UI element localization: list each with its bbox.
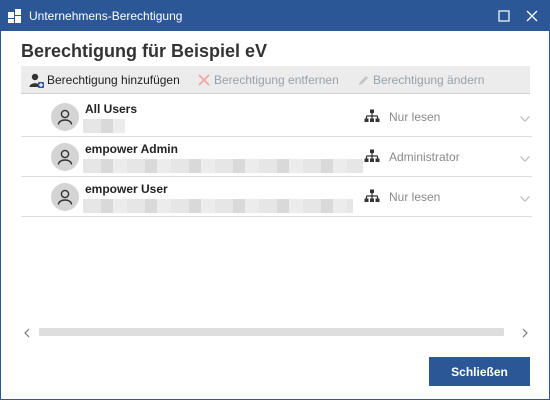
edit-permission-button[interactable]: Berechtigung ändern (357, 71, 484, 89)
user-name: empower Admin (85, 142, 178, 156)
permission-row[interactable]: All Users Nur lesen (21, 97, 532, 137)
redacted-detail (83, 119, 125, 133)
add-permission-label: Berechtigung hinzufügen (47, 73, 180, 87)
user-name: All Users (85, 102, 138, 116)
maximize-icon (498, 10, 510, 22)
role-select[interactable]: Nur lesen (389, 110, 440, 124)
user-name: empower User (85, 182, 168, 196)
app-logo-icon (7, 8, 23, 24)
redacted-detail (83, 199, 353, 213)
permission-row[interactable]: empower Admin Administrator (21, 137, 532, 177)
redacted-detail (83, 159, 363, 173)
org-hierarchy-icon (364, 149, 380, 166)
remove-permission-label: Berechtigung entfernen (214, 73, 339, 87)
dialog-window: Unternehmens-Berechtigung Berechtigung f… (0, 0, 550, 400)
user-avatar-icon (51, 143, 79, 171)
remove-permission-button[interactable]: Berechtigung entfernen (197, 71, 339, 89)
user-avatar-icon (51, 103, 79, 131)
close-window-button[interactable] (519, 1, 545, 31)
chevron-right-icon[interactable] (521, 327, 529, 341)
user-avatar-icon (51, 183, 79, 211)
close-icon (526, 10, 538, 22)
role-select[interactable]: Administrator (389, 150, 460, 164)
role-select[interactable]: Nur lesen (389, 190, 440, 204)
chevron-left-icon[interactable] (23, 327, 31, 341)
org-hierarchy-icon (364, 109, 380, 126)
remove-x-icon (198, 74, 210, 86)
maximize-button[interactable] (491, 1, 517, 31)
pencil-icon (359, 75, 368, 85)
permission-list: All Users Nur lesen empower Admin Admini… (21, 97, 532, 217)
permission-row[interactable]: empower User Nur lesen (21, 177, 532, 217)
org-hierarchy-icon (364, 189, 380, 206)
window-title: Unternehmens-Berechtigung (29, 9, 183, 23)
add-permission-button[interactable]: Berechtigung hinzufügen (29, 71, 180, 89)
chevron-down-icon[interactable] (520, 191, 530, 205)
scrollbar-thumb[interactable] (39, 328, 504, 336)
add-user-icon (29, 73, 44, 88)
edit-permission-label: Berechtigung ändern (373, 73, 485, 87)
chevron-down-icon[interactable] (520, 111, 530, 125)
page-title: Berechtigung für Beispiel eV (21, 41, 268, 61)
toolbar: Berechtigung hinzufügen Berechtigung ent… (21, 66, 530, 94)
chevron-down-icon[interactable] (520, 151, 530, 165)
horizontal-scrollbar[interactable] (21, 324, 532, 340)
title-bar[interactable]: Unternehmens-Berechtigung (1, 1, 549, 31)
close-button[interactable]: Schließen (429, 357, 530, 386)
